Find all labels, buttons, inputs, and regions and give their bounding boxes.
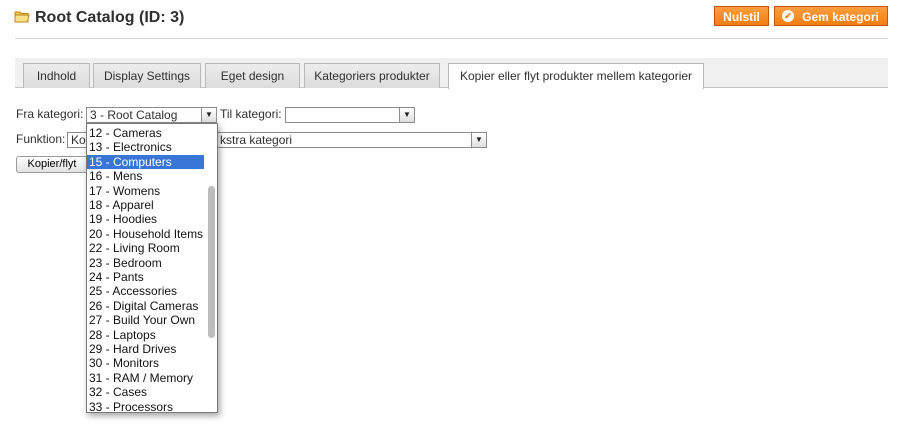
function-label: Funktion:	[16, 132, 66, 146]
dropdown-option[interactable]: 26 - Digital Cameras	[87, 299, 204, 313]
save-category-button[interactable]: ✔ Gem kategori	[774, 6, 888, 26]
page-title: Root Catalog (ID: 3)	[35, 9, 185, 26]
category-dropdown-list[interactable]: 33 - Processors 32 - Cases 31 - RAM / Memo…	[86, 123, 218, 413]
dropdown-option[interactable]: 18 - Apparel	[87, 198, 204, 212]
dropdown-option[interactable]: 16 - Mens	[87, 169, 204, 183]
dropdown-option[interactable]: 27 - Build Your Own	[87, 313, 204, 327]
dropdown-option[interactable]: 17 - Womens	[87, 184, 204, 198]
dropdown-option[interactable]: 30 - Monitors	[87, 356, 204, 370]
from-category-value: 3 - Root Catalog	[90, 108, 178, 122]
dropdown-option[interactable]: 29 - Hard Drives	[87, 342, 204, 356]
dropdown-option[interactable]: 23 - Bedroom	[87, 256, 204, 270]
save-button-label: Gem kategori	[802, 10, 879, 24]
chevron-down-icon[interactable]: ▼	[399, 108, 414, 122]
check-icon: ✔	[782, 10, 794, 22]
tab-category-products[interactable]: Kategoriers produkter	[304, 63, 440, 88]
dropdown-option[interactable]: 19 - Hoodies	[87, 212, 204, 226]
dropdown-scrollbar[interactable]	[205, 124, 217, 412]
to-category-select[interactable]: ▼	[285, 107, 415, 123]
dropdown-option[interactable]: 24 - Pants	[87, 270, 204, 284]
folder-icon	[14, 11, 30, 23]
chevron-down-icon[interactable]: ▼	[201, 108, 216, 122]
dropdown-option[interactable]: 22 - Living Room	[87, 241, 204, 255]
header-divider	[15, 38, 888, 39]
to-category-label: Til kategori:	[220, 107, 282, 121]
scrollbar-thumb[interactable]	[208, 186, 215, 338]
chevron-down-icon[interactable]: ▼	[471, 133, 486, 147]
tab-content[interactable]: Indhold	[23, 63, 90, 88]
dropdown-option[interactable]: 20 - Household Items	[87, 227, 204, 241]
tab-bar: Indhold Display Settings Eget design Kat…	[15, 58, 888, 89]
reset-button[interactable]: Nulstil	[714, 6, 769, 26]
tab-copy-move-products[interactable]: Kopier eller flyt produkter mellem kateg…	[448, 63, 704, 89]
dropdown-option[interactable]: 31 - RAM / Memory	[87, 371, 204, 385]
from-category-label: Fra kategori:	[16, 107, 84, 121]
dropdown-option[interactable]: 33 - Processors	[87, 400, 204, 412]
dropdown-option[interactable]: 28 - Laptops	[87, 328, 204, 342]
function-value-start: Ko	[71, 133, 86, 147]
dropdown-option[interactable]: 12 - Cameras	[87, 126, 204, 140]
dropdown-option[interactable]: 13 - Electronics	[87, 140, 204, 154]
tab-custom-design[interactable]: Eget design	[205, 63, 300, 88]
function-value-end: kstra kategori	[220, 133, 293, 147]
from-category-select[interactable]: 3 - Root Catalog ▼	[86, 107, 217, 123]
copy-move-button[interactable]: Kopier/flyt	[16, 156, 88, 173]
dropdown-option[interactable]: 25 - Accessories	[87, 284, 204, 298]
tab-display-settings[interactable]: Display Settings	[93, 63, 201, 88]
dropdown-option[interactable]: 15 - Computers	[87, 154, 204, 169]
dropdown-option[interactable]: 32 - Cases	[87, 385, 204, 399]
page-header: Root Catalog (ID: 3) Nulstil ✔ Gem kateg…	[0, 0, 900, 38]
